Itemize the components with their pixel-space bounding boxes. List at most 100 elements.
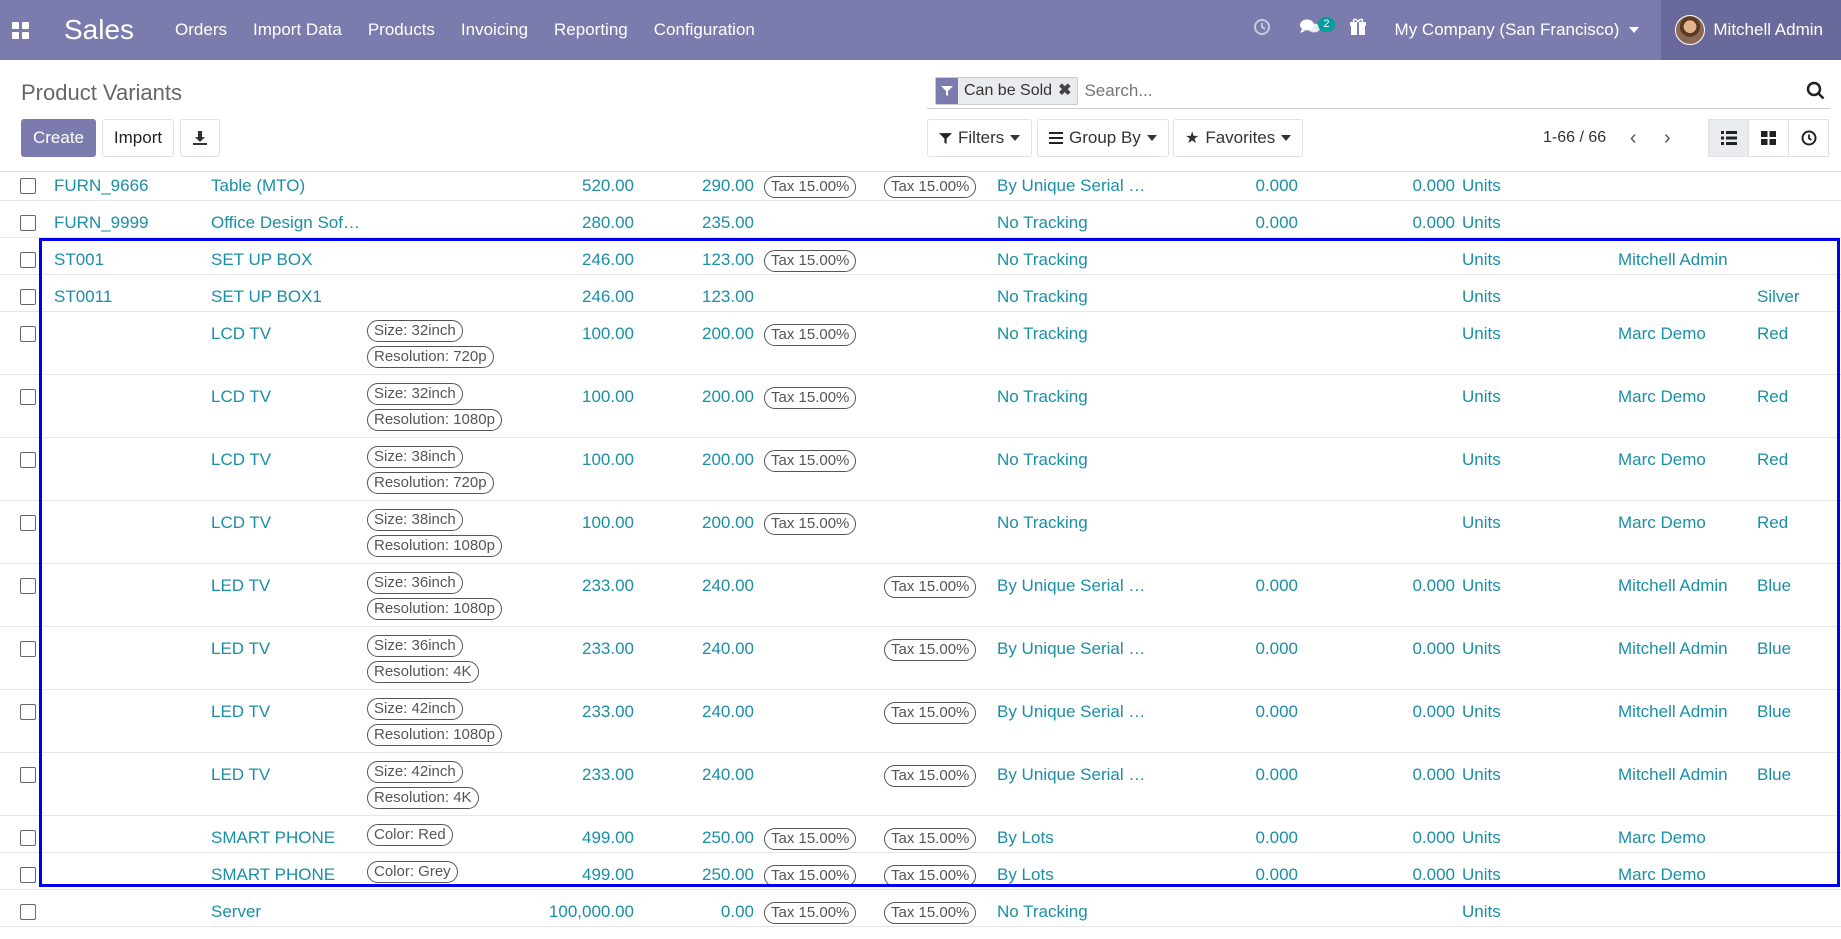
internal-reference-cell: ST0011	[54, 287, 113, 306]
customer-tax-cell: Tax 15.00%	[764, 448, 857, 472]
product-name-cell: LCD TV	[211, 450, 272, 469]
menu-products[interactable]: Products	[355, 0, 448, 60]
pager-value[interactable]: 1-66 / 66	[1543, 129, 1606, 147]
table-row[interactable]: SMART PHONE Color: Red 499.00 250.00 Tax 15.…	[0, 816, 1841, 853]
user-menu[interactable]: Mitchell Admin	[1661, 0, 1841, 60]
unit-of-measure-cell: Units	[1462, 902, 1501, 921]
export-download-button[interactable]	[180, 119, 220, 157]
row-checkbox[interactable]	[20, 515, 36, 531]
tax-tag: Tax 15.00%	[764, 176, 857, 198]
vendor-tax-cell: Tax 15.00%	[884, 863, 977, 887]
search-icon[interactable]	[1802, 77, 1830, 105]
tax-tag: Tax 15.00%	[884, 702, 977, 724]
product-name-cell: LED TV	[211, 765, 271, 784]
cost-cell: 123.00	[702, 287, 754, 306]
row-checkbox[interactable]	[20, 452, 36, 468]
attribute-tag: Resolution: 1080p	[367, 598, 502, 620]
tax-tag: Tax 15.00%	[884, 576, 977, 598]
row-checkbox[interactable]	[20, 904, 36, 920]
groupby-dropdown[interactable]: Group By	[1037, 119, 1169, 157]
tax-tag: Tax 15.00%	[764, 324, 857, 346]
import-button[interactable]: Import	[102, 119, 174, 157]
favorites-dropdown[interactable]: ★ Favorites	[1173, 119, 1304, 157]
tracking-cell: By Unique Serial …	[997, 702, 1146, 721]
activity-view-icon[interactable]	[1788, 119, 1829, 157]
row-checkbox[interactable]	[20, 215, 36, 231]
create-button[interactable]: Create	[21, 119, 96, 157]
cost-cell: 200.00	[702, 450, 754, 469]
list-view-icon[interactable]	[1708, 119, 1749, 157]
row-checkbox[interactable]	[20, 830, 36, 846]
attribute-tag: Resolution: 720p	[367, 472, 494, 494]
menu-import-data[interactable]: Import Data	[240, 0, 355, 60]
row-checkbox[interactable]	[20, 326, 36, 342]
tax-tag: Tax 15.00%	[764, 902, 857, 924]
table-row[interactable]: ST001 SET UP BOX 246.00 123.00 Tax 15.00% No …	[0, 238, 1841, 275]
activity-clock-icon[interactable]	[1239, 0, 1285, 60]
table-row[interactable]: LCD TV Size: 38inch Resolution: 720p 100.00…	[0, 438, 1841, 501]
vendor-tax-cell: Tax 15.00%	[884, 574, 977, 598]
tracking-cell: By Unique Serial …	[997, 576, 1146, 595]
color-cell: Red	[1757, 324, 1789, 343]
app-brand[interactable]: Sales	[64, 14, 134, 46]
table-row[interactable]: LED TV Size: 36inch Resolution: 4K 233.00 24…	[0, 627, 1841, 690]
favorites-label: Favorites	[1205, 128, 1276, 147]
pager-next-icon[interactable]: ›	[1650, 127, 1684, 150]
search-input[interactable]	[1084, 80, 1802, 101]
customer-tax-cell: Tax 15.00%	[764, 863, 857, 887]
table-row[interactable]: FURN_9666 Table (MTO) 520.00 290.00 Tax 15.0…	[0, 172, 1841, 201]
avatar	[1675, 15, 1706, 45]
color-cell: Red	[1757, 387, 1789, 406]
responsible-cell: Mitchell Admin	[1618, 702, 1728, 721]
customer-tax-cell: Tax 15.00%	[764, 511, 857, 535]
gift-icon[interactable]	[1335, 0, 1381, 60]
customer-tax-cell: Tax 15.00%	[764, 174, 857, 198]
tracking-cell: No Tracking	[997, 250, 1088, 269]
product-name-cell: Office Design Sof…	[211, 213, 360, 232]
row-checkbox[interactable]	[20, 578, 36, 594]
table-row[interactable]: LED TV Size: 36inch Resolution: 1080p 233.0…	[0, 564, 1841, 627]
apps-menu-icon[interactable]	[0, 0, 40, 60]
row-checkbox[interactable]	[20, 641, 36, 657]
filters-dropdown[interactable]: Filters	[927, 119, 1033, 157]
attribute-tag: Size: 42inch	[367, 698, 463, 720]
menu-invoicing[interactable]: Invoicing	[448, 0, 541, 60]
table-row[interactable]: Server 100,000.00 0.00 Tax 15.00% Tax 15.00%…	[0, 890, 1841, 927]
table-row[interactable]: LED TV Size: 42inch Resolution: 4K 233.00 24…	[0, 753, 1841, 816]
product-name-cell: SET UP BOX	[211, 250, 313, 269]
cost-cell: 200.00	[702, 324, 754, 343]
table-row[interactable]: ST0011 SET UP BOX1 246.00 123.00 No Tracking…	[0, 275, 1841, 312]
cost-cell: 235.00	[702, 213, 754, 232]
table-row[interactable]: LCD TV Size: 32inch Resolution: 1080p 100.0…	[0, 375, 1841, 438]
row-checkbox[interactable]	[20, 867, 36, 883]
row-checkbox[interactable]	[20, 252, 36, 268]
table-row[interactable]: LCD TV Size: 32inch Resolution: 720p 100.00…	[0, 312, 1841, 375]
menu-orders[interactable]: Orders	[162, 0, 240, 60]
tracking-cell: By Unique Serial …	[997, 639, 1146, 658]
unit-of-measure-cell: Units	[1462, 765, 1501, 784]
company-switcher[interactable]: My Company (San Francisco)	[1381, 20, 1662, 40]
table-row[interactable]: FURN_9999 Office Design Sof… 280.00 235.00 N…	[0, 201, 1841, 238]
row-checkbox[interactable]	[20, 178, 36, 194]
menu-reporting[interactable]: Reporting	[541, 0, 641, 60]
pager-previous-icon[interactable]: ‹	[1616, 127, 1650, 150]
variant-attributes: Color: Grey	[367, 861, 458, 887]
row-checkbox[interactable]	[20, 767, 36, 783]
table-row[interactable]: SMART PHONE Color: Grey 499.00 250.00 Tax 15…	[0, 853, 1841, 890]
product-name-cell: LED TV	[211, 702, 271, 721]
cost-cell: 250.00	[702, 865, 754, 884]
menu-configuration[interactable]: Configuration	[641, 0, 768, 60]
row-checkbox[interactable]	[20, 704, 36, 720]
row-checkbox[interactable]	[20, 289, 36, 305]
table-row[interactable]: LED TV Size: 42inch Resolution: 1080p 233.0…	[0, 690, 1841, 753]
cost-cell: 240.00	[702, 765, 754, 784]
table-row[interactable]: Virtual Home Sta…38.2525.50No TrackingHo…	[0, 927, 1841, 939]
kanban-view-icon[interactable]	[1748, 119, 1789, 157]
company-name: My Company (San Francisco)	[1394, 20, 1620, 39]
messages-icon[interactable]: 2	[1285, 0, 1335, 60]
row-checkbox[interactable]	[20, 389, 36, 405]
cost-cell: 0.00	[720, 902, 754, 921]
attribute-tag: Size: 36inch	[367, 572, 463, 594]
table-row[interactable]: LCD TV Size: 38inch Resolution: 1080p 100.0…	[0, 501, 1841, 564]
facet-remove-icon[interactable]: ✖	[1056, 78, 1077, 104]
